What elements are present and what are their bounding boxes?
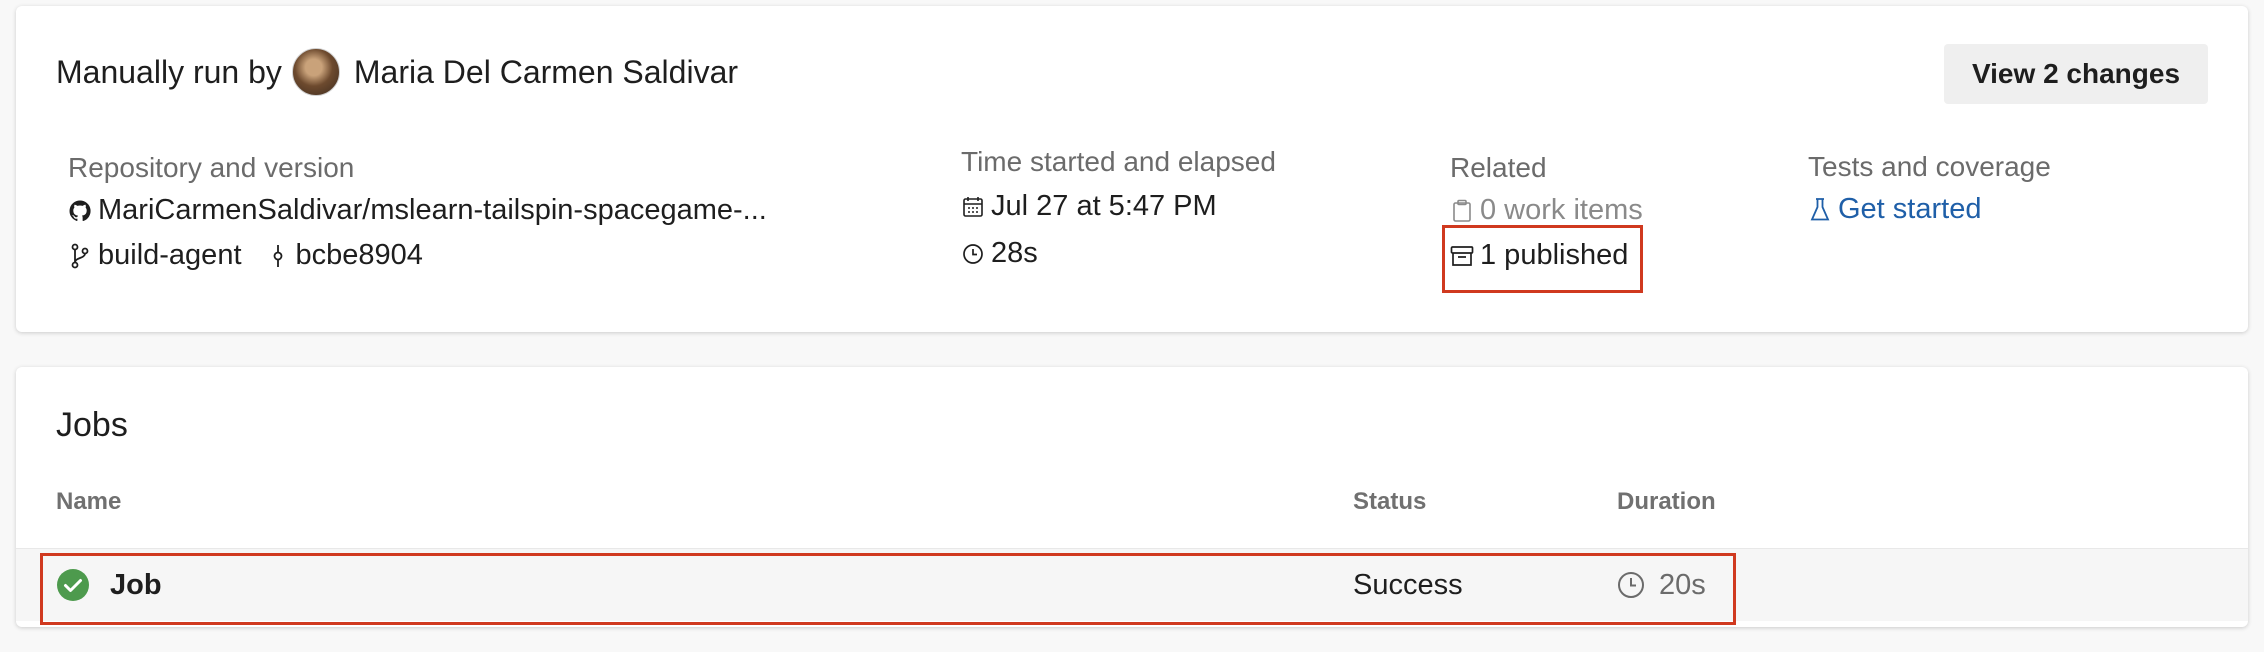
job-name-cell: Job xyxy=(56,549,162,621)
commit-icon xyxy=(266,242,290,270)
work-items: 0 work items xyxy=(1480,194,1643,226)
version-row: build-agent bcbe8904 xyxy=(68,239,767,272)
tests-section: Tests and coverage Get started xyxy=(1808,151,2051,226)
job-duration: 20s xyxy=(1659,568,1706,601)
check-circle-icon xyxy=(56,568,90,602)
time-elapsed-row: 28s xyxy=(961,237,1276,270)
related-label: Related xyxy=(1450,152,1547,183)
time-elapsed: 28s xyxy=(991,237,1038,269)
time-started: Jul 27 at 5:47 PM xyxy=(991,190,1217,222)
clock-icon xyxy=(961,240,985,268)
job-duration-cell: 20s xyxy=(1617,549,1706,621)
repository-name: MariCarmenSaldivar/mslearn-tailspin-spac… xyxy=(98,194,767,226)
github-icon xyxy=(68,197,92,225)
time-section: Time started and elapsed Jul 27 at 5:47 … xyxy=(961,146,1276,270)
work-items-link[interactable]: 0 work items xyxy=(1450,194,1643,227)
jobs-title: Jobs xyxy=(56,406,128,444)
branch-name[interactable]: build-agent xyxy=(98,239,242,272)
artifact-icon xyxy=(1450,242,1474,270)
repository-label: Repository and version xyxy=(68,152,355,183)
clipboard-icon xyxy=(1450,197,1474,225)
tests-get-started: Get started xyxy=(1838,193,1982,225)
get-started-link[interactable]: Get started xyxy=(1808,193,2051,226)
run-title-prefix: Manually run by xyxy=(56,53,282,90)
job-status: Success xyxy=(1353,568,1463,601)
published-artifacts: 1 published xyxy=(1480,239,1629,271)
view-changes-button[interactable]: View 2 changes xyxy=(1944,44,2208,104)
column-header-status[interactable]: Status xyxy=(1353,488,1426,516)
repository-section: Repository and version MariCarmenSaldiva… xyxy=(68,152,767,272)
run-user-name[interactable]: Maria Del Carmen Saldivar xyxy=(354,54,738,91)
commit-id[interactable]: bcbe8904 xyxy=(296,239,423,272)
repository-link[interactable]: MariCarmenSaldivar/mslearn-tailspin-spac… xyxy=(68,194,767,227)
jobs-card: Jobs Name Status Duration Job Success 20… xyxy=(16,367,2248,627)
calendar-icon xyxy=(961,193,985,221)
column-header-duration[interactable]: Duration xyxy=(1617,488,1716,516)
flask-icon xyxy=(1808,196,1832,224)
time-started-row: Jul 27 at 5:47 PM xyxy=(961,190,1276,223)
clock-icon xyxy=(1617,571,1645,599)
table-row[interactable]: Job Success 20s xyxy=(16,548,2248,621)
tests-label: Tests and coverage xyxy=(1808,151,2051,182)
time-label: Time started and elapsed xyxy=(961,146,1276,177)
column-header-name[interactable]: Name xyxy=(56,488,121,516)
branch-icon xyxy=(68,242,92,270)
related-section: Related 0 work items 1 published xyxy=(1450,152,1643,272)
published-link[interactable]: 1 published xyxy=(1450,239,1643,272)
run-title: Manually run by Maria Del Carmen Saldiva… xyxy=(56,48,738,96)
run-summary-card: Manually run by Maria Del Carmen Saldiva… xyxy=(16,6,2248,332)
avatar[interactable] xyxy=(291,48,340,96)
job-name: Job xyxy=(110,568,162,601)
